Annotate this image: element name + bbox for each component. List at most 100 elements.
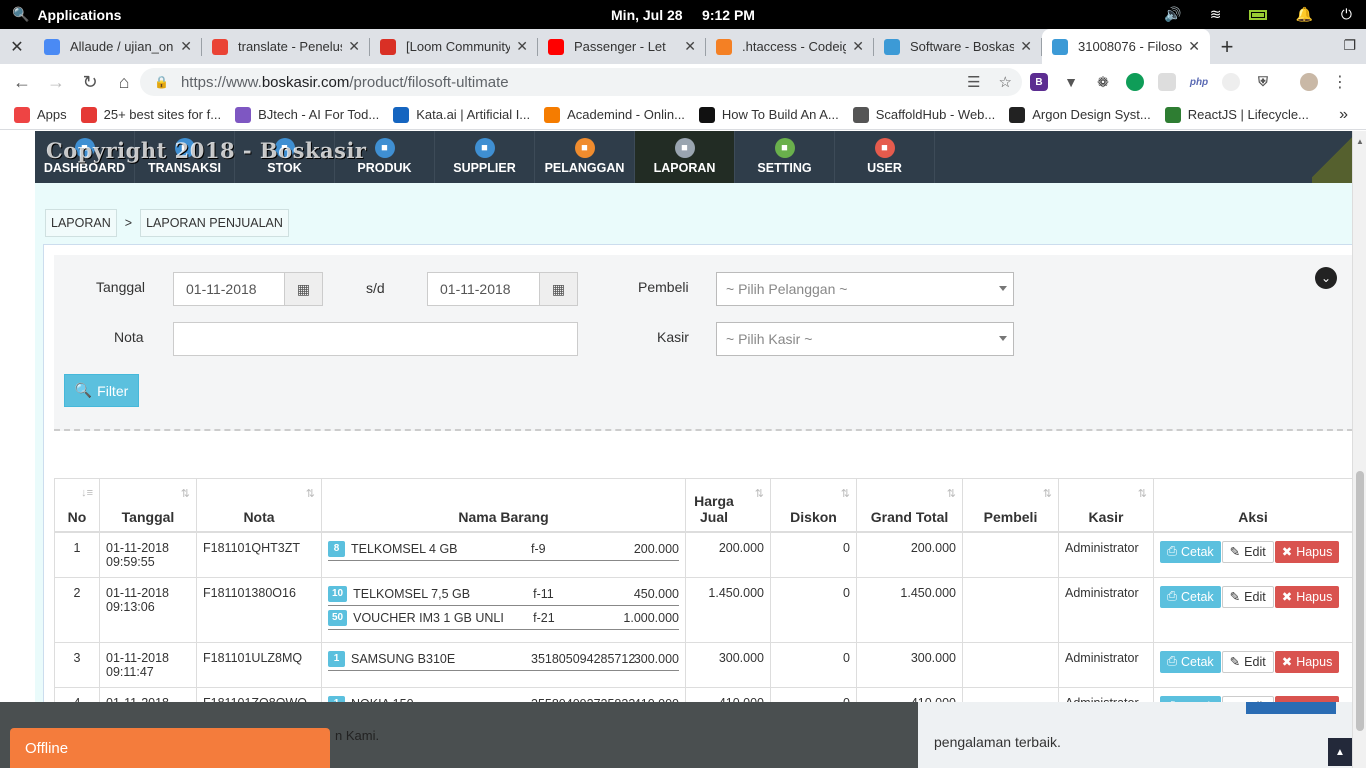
browser-tab[interactable]: .htaccess - Codeign ✕ xyxy=(706,29,874,64)
bookmark-star-icon[interactable]: ☆ xyxy=(999,73,1012,91)
date-from-input[interactable]: 01-11-2018 ▦ xyxy=(173,272,323,306)
bookmark-item[interactable]: Academind - Onlin... xyxy=(544,106,685,123)
bookmark-item[interactable]: BJtech - AI For Tod... xyxy=(235,106,379,123)
browser-tab[interactable]: translate - Penelusu ✕ xyxy=(202,29,370,64)
applications-menu[interactable]: 🔍 Applications xyxy=(12,6,121,23)
col-kasir[interactable]: ⇅ Kasir xyxy=(1058,478,1154,533)
browser-tab[interactable]: 31008076 - Filosoft ✕ xyxy=(1042,29,1210,64)
cetak-button[interactable]: ⎙Cetak xyxy=(1160,540,1221,563)
wifi-icon[interactable]: ≋ xyxy=(1210,6,1222,23)
menu-item-user[interactable]: ■ USER xyxy=(835,131,935,183)
edit-button[interactable]: ✎Edit xyxy=(1221,540,1274,563)
col-grand-total[interactable]: ⇅ Grand Total xyxy=(856,478,963,533)
translate-icon[interactable]: ☰ xyxy=(967,73,980,91)
forward-button[interactable]: → xyxy=(40,66,72,98)
col-harga-jual[interactable]: ⇅ Harga Jual xyxy=(685,478,771,533)
scroll-to-top-icon[interactable]: ▲ xyxy=(1328,738,1352,766)
scrollbar-thumb[interactable] xyxy=(1356,471,1364,731)
pembeli-select[interactable]: ~ Pilih Pelanggan ~ xyxy=(716,272,1014,306)
more-bookmarks-icon[interactable]: » xyxy=(1339,106,1348,124)
close-tab-icon[interactable]: ✕ xyxy=(516,38,528,55)
kasir-select[interactable]: ~ Pilih Kasir ~ xyxy=(716,322,1014,356)
hapus-button[interactable]: ✖Hapus xyxy=(1274,650,1340,673)
filter-button[interactable]: 🔍 Filter xyxy=(64,374,139,407)
vue-extension-icon[interactable]: ▼ xyxy=(1062,73,1080,91)
col-nota[interactable]: ⇅ Nota xyxy=(196,478,322,533)
collapse-chevron-icon[interactable]: ⌄ xyxy=(1315,267,1337,289)
screenshot-extension-icon[interactable] xyxy=(1158,73,1176,91)
clock[interactable]: Min, Jul 28 9:12 PM xyxy=(0,7,1366,23)
bookmark-item[interactable]: ReactJS | Lifecycle... xyxy=(1164,106,1309,123)
scroll-up-icon[interactable]: ▲ xyxy=(1356,137,1364,146)
browser-tab[interactable]: Software - Boskasir ✕ xyxy=(874,29,1042,64)
bookmark-item[interactable]: How To Build An A... xyxy=(698,106,839,123)
date-to-input[interactable]: 01-11-2018 ▦ xyxy=(427,272,578,306)
menu-item-dashboard[interactable]: ■ DASHBOARD xyxy=(35,131,135,183)
evernote-extension-icon[interactable] xyxy=(1126,73,1144,91)
bookmark-item[interactable]: ScaffoldHub - Web... xyxy=(852,106,995,123)
browser-tab[interactable]: [Loom Community] ✕ xyxy=(370,29,538,64)
breadcrumb-current: LAPORAN PENJUALAN xyxy=(140,209,289,237)
col-tanggal[interactable]: ⇅ Tanggal xyxy=(99,478,197,533)
close-tab-icon[interactable]: ✕ xyxy=(180,38,192,55)
close-tab-icon[interactable]: ✕ xyxy=(1188,38,1200,55)
browser-tab[interactable]: Allaude / ujian_onlin ✕ xyxy=(34,29,202,64)
notification-bell-icon[interactable]: 🔔 xyxy=(1295,6,1312,23)
nota-input[interactable] xyxy=(173,322,578,356)
browser-tab[interactable]: Passenger - Let ✕ xyxy=(538,29,706,64)
volume-icon[interactable]: 🔊 xyxy=(1164,6,1181,23)
hapus-button[interactable]: ✖Hapus xyxy=(1274,540,1340,563)
footer-blue-button[interactable] xyxy=(1246,702,1336,714)
edit-button[interactable]: ✎Edit xyxy=(1221,585,1274,608)
calendar-icon[interactable]: ▦ xyxy=(284,273,322,305)
battery-icon[interactable] xyxy=(1249,9,1268,20)
cetak-button[interactable]: ⎙Cetak xyxy=(1160,650,1221,673)
col-tanggal-label: Tanggal xyxy=(121,508,175,525)
menu-item-supplier[interactable]: ■ SUPPLIER xyxy=(435,131,535,183)
col-pembeli[interactable]: ⇅ Pembeli xyxy=(962,478,1059,533)
menu-item-stok[interactable]: ■ STOK xyxy=(235,131,335,183)
offline-banner[interactable]: Offline xyxy=(10,728,330,768)
edit-button[interactable]: ✎Edit xyxy=(1221,650,1274,673)
new-tab-button[interactable]: + xyxy=(1210,29,1244,64)
breadcrumb-laporan[interactable]: LAPORAN xyxy=(45,209,117,237)
close-tab-icon[interactable]: ✕ xyxy=(348,38,360,55)
pencil-icon: ✎ xyxy=(1229,545,1241,559)
wappalyzer-extension-icon[interactable]: ❁ xyxy=(1094,73,1112,91)
browser-menu-icon[interactable]: ⋮ xyxy=(1332,72,1348,92)
tab-search-icon[interactable]: ❐ xyxy=(1343,37,1356,54)
shield-extension-icon[interactable]: ⛨ xyxy=(1254,73,1272,91)
close-tab-icon[interactable]: ✕ xyxy=(684,38,696,55)
col-no[interactable]: ↓≡ No xyxy=(54,478,100,533)
bookmark-item[interactable]: Argon Design Syst... xyxy=(1009,106,1151,123)
menu-item-laporan[interactable]: ■ LAPORAN xyxy=(635,131,735,183)
cell-tanggal: 01-11-2018 09:59:55 xyxy=(99,531,197,578)
github-icon xyxy=(44,38,60,55)
hapus-button[interactable]: ✖Hapus xyxy=(1274,585,1340,608)
bookmark-item[interactable]: Kata.ai | Artificial I... xyxy=(393,106,530,123)
menu-item-pelanggan[interactable]: ■ PELANGGAN xyxy=(535,131,635,183)
col-diskon[interactable]: ⇅ Diskon xyxy=(770,478,857,533)
back-button[interactable]: ← xyxy=(6,66,38,98)
bootstrap-extension-icon[interactable]: B xyxy=(1030,73,1048,91)
close-window-icon[interactable]: ✕ xyxy=(0,29,34,64)
profile-avatar[interactable] xyxy=(1300,73,1318,91)
power-icon[interactable]: ⏻ xyxy=(1341,6,1352,23)
argon-icon xyxy=(1009,106,1026,123)
close-tab-icon[interactable]: ✕ xyxy=(852,38,864,55)
clock-extension-icon[interactable] xyxy=(1222,73,1240,91)
cetak-button[interactable]: ⎙Cetak xyxy=(1160,585,1221,608)
calendar-icon[interactable]: ▦ xyxy=(539,273,577,305)
php-extension-icon[interactable]: php xyxy=(1190,73,1208,91)
menu-item-transaksi[interactable]: ■ TRANSAKSI xyxy=(135,131,235,183)
address-bar[interactable]: 🔒 https://www. boskasir.com/product/filos… xyxy=(140,68,1022,96)
bookmark-item[interactable]: Apps xyxy=(14,106,67,123)
lock-icon[interactable]: 🔒 xyxy=(154,75,169,89)
page-scrollbar[interactable]: ▲ xyxy=(1352,131,1366,768)
menu-item-produk[interactable]: ■ PRODUK xyxy=(335,131,435,183)
menu-item-setting[interactable]: ■ SETTING xyxy=(735,131,835,183)
home-button[interactable]: ⌂ xyxy=(108,66,140,98)
reload-button[interactable]: ↻ xyxy=(74,66,106,98)
bookmark-item[interactable]: 25+ best sites for f... xyxy=(80,106,221,123)
close-tab-icon[interactable]: ✕ xyxy=(1020,38,1032,55)
